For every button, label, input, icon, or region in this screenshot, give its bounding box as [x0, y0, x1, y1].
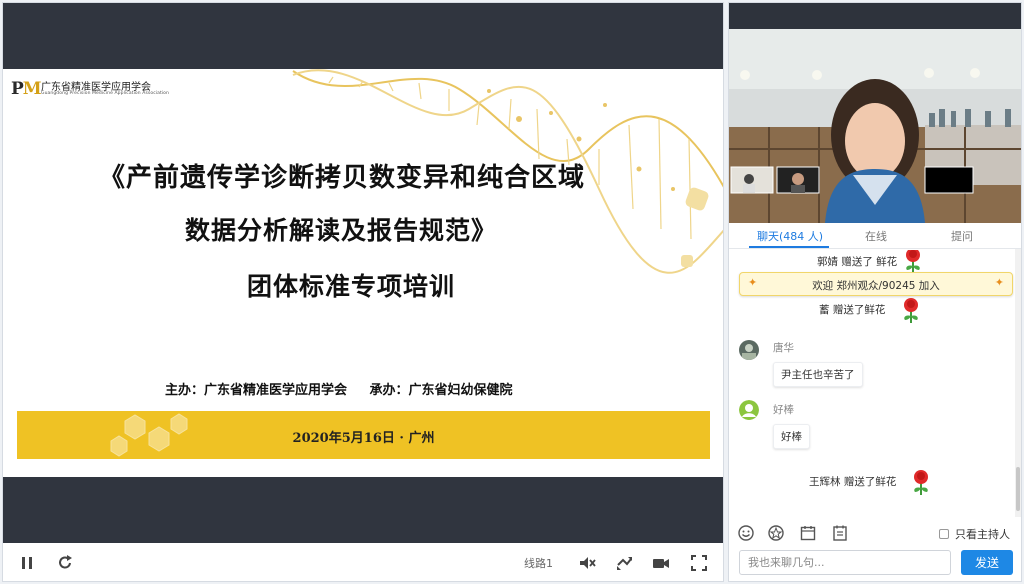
chat-scrollbar[interactable]	[1015, 249, 1021, 517]
gift-text: 赠送了鲜花	[832, 304, 886, 316]
gift-message-3: 王辉林 赠送了鲜花	[809, 474, 896, 489]
chat-composer: 发送	[739, 550, 1015, 575]
letterbox-top	[3, 3, 723, 69]
stream-line-selector[interactable]: 线路1	[524, 555, 553, 571]
gift-user: 蓄	[819, 304, 830, 316]
party-popper-icon: ✦	[994, 276, 1004, 289]
fullscreen-icon[interactable]	[689, 553, 709, 573]
chat-input[interactable]	[739, 550, 951, 575]
calendar-icon[interactable]	[799, 524, 817, 542]
slide-title-line-2: 数据分析解读及报告规范》	[185, 216, 498, 245]
refresh-icon[interactable]	[55, 553, 75, 573]
welcome-text: 欢迎 郑州观众/90245 加入	[812, 280, 940, 292]
flower-icon	[906, 250, 920, 273]
flower-icon	[904, 298, 918, 323]
chat-feed[interactable]: 郭婧 赠送了 鲜花 ✦ 欢迎 郑州观众/90245 加入 ✦ 蓄 赠送了鲜花 唐…	[729, 250, 1021, 518]
logo-english-name: Guangdong Precision Medicine Application…	[41, 91, 169, 96]
host-only-toggle[interactable]: 只看主持人	[939, 526, 1010, 542]
slide-title-line-3: 团体标准专项培训	[247, 272, 456, 301]
video-player[interactable]: PM 广东省精准医学应用学会 Guangdong Precision Medic…	[2, 2, 724, 582]
gift-text: 赠送了鲜花	[843, 476, 897, 488]
speaker-camera-feed[interactable]	[729, 29, 1021, 223]
presentation-slide: PM 广东省精准医学应用学会 Guangdong Precision Medic…	[3, 69, 723, 477]
host-only-label: 只看主持人	[955, 528, 1010, 541]
chat-message-bubble: 尹主任也辛苦了	[773, 362, 863, 387]
speaker-video-frame	[729, 29, 1021, 223]
date-banner: 2020年5月16日 · 广州	[17, 411, 710, 459]
pause-icon[interactable]	[17, 553, 37, 573]
avatar[interactable]	[739, 400, 759, 420]
send-button[interactable]: 发送	[961, 550, 1013, 575]
rotate-icon[interactable]	[614, 553, 634, 573]
organizers: 主办：广东省精准医学应用学会 承办：广东省妇幼保健院	[165, 379, 513, 398]
player-controls: 线路1	[3, 543, 723, 581]
gift-message-2: 蓄 赠送了鲜花	[819, 302, 885, 317]
association-logo: PM 广东省精准医学应用学会 Guangdong Precision Medic…	[11, 77, 191, 101]
host-organization: 主办：广东省精准医学应用学会	[165, 383, 348, 398]
live-stream-app: PM 广东省精准医学应用学会 Guangdong Precision Medic…	[0, 0, 1024, 584]
tab-online[interactable]: 在线	[865, 228, 887, 244]
co-host-organization: 承办：广东省妇幼保健院	[369, 383, 513, 398]
emoji-icon[interactable]	[737, 524, 755, 542]
event-date: 2020年5月16日 · 广州	[292, 431, 435, 446]
gift-icon[interactable]	[767, 524, 785, 542]
chat-toolbar: 只看主持人	[729, 521, 1021, 545]
mute-icon[interactable]	[577, 553, 597, 573]
gift-text: 赠送了 鲜花	[841, 256, 898, 268]
tab-chat[interactable]: 聊天(484 人)	[757, 228, 823, 244]
chat-username: 好棒	[773, 404, 794, 416]
join-welcome-banner: ✦ 欢迎 郑州观众/90245 加入 ✦	[739, 272, 1013, 296]
notes-icon[interactable]	[831, 524, 849, 542]
gift-message-1: 郭婧 赠送了 鲜花	[817, 254, 897, 269]
camera-icon[interactable]	[651, 553, 671, 573]
logo-mark: PM	[11, 79, 42, 99]
gift-user: 郭婧	[817, 256, 838, 268]
slide-title-line-1: 《产前遗传学诊断拷贝数变异和纯合区域	[99, 163, 586, 193]
chat-message-bubble: 好棒	[773, 424, 810, 449]
avatar[interactable]	[739, 340, 759, 360]
gift-user: 王辉林	[809, 476, 841, 488]
letterbox-bottom	[3, 477, 723, 543]
active-tab-indicator	[749, 246, 829, 248]
tab-questions[interactable]: 提问	[951, 228, 973, 244]
camera-header-bar	[729, 3, 1021, 29]
host-only-checkbox[interactable]	[939, 529, 949, 539]
flower-icon	[914, 470, 928, 495]
side-panel: 聊天(484 人) 在线 提问 郭婧 赠送了 鲜花 ✦ 欢迎 郑州观众/9024…	[728, 2, 1022, 582]
scrollbar-thumb[interactable]	[1016, 467, 1020, 511]
chat-username: 唐华	[773, 342, 794, 354]
chat-tabs: 聊天(484 人) 在线 提问	[729, 223, 1021, 249]
